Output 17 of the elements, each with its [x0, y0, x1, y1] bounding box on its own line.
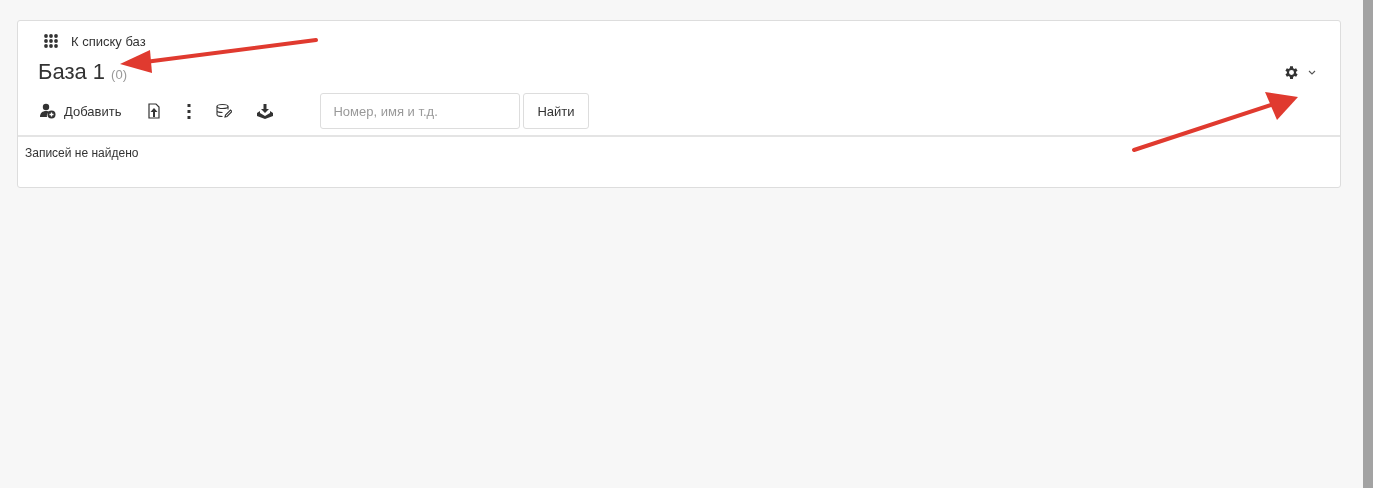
base-title: База 1	[38, 59, 106, 85]
empty-message: Записей не найдено	[25, 146, 139, 160]
add-button[interactable]: Добавить	[40, 97, 135, 125]
record-count: (0)	[111, 67, 127, 82]
database-edit-icon	[216, 103, 233, 119]
chevron-down-icon	[1308, 69, 1316, 75]
grid-icon	[43, 33, 59, 49]
add-person-icon	[40, 103, 56, 119]
settings-button[interactable]	[1283, 63, 1316, 81]
scrollbar[interactable]	[1363, 0, 1373, 488]
search-field[interactable]: Номер, имя и т.д.	[320, 93, 521, 129]
more-vertical-icon	[187, 103, 192, 119]
settings-icon	[1283, 63, 1300, 81]
back-link[interactable]: К списку баз	[18, 21, 1340, 49]
file-upload-icon	[146, 103, 163, 119]
download-tray-icon	[257, 103, 274, 119]
find-button[interactable]: Найти	[523, 93, 589, 129]
